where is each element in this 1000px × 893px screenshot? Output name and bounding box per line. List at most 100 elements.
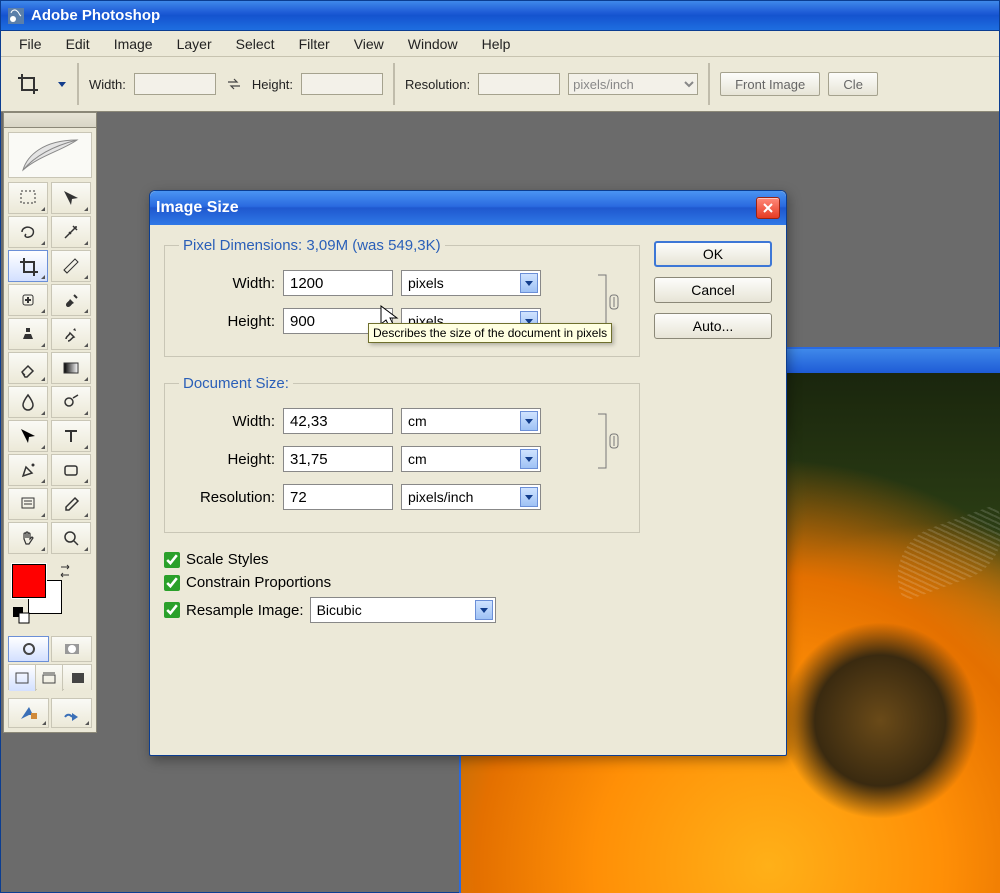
healing-brush-tool[interactable]	[8, 284, 48, 316]
default-colors-icon[interactable]	[10, 604, 32, 626]
menu-file[interactable]: File	[9, 33, 52, 55]
front-image-button[interactable]: Front Image	[720, 72, 820, 96]
marquee-tool[interactable]	[8, 182, 48, 214]
tooltip-text: Describes the size of the document in pi…	[373, 326, 607, 340]
app-titlebar: Adobe Photoshop	[1, 1, 999, 31]
doc-width-label: Width:	[179, 413, 275, 430]
slice-tool[interactable]	[51, 250, 91, 282]
pixel-width-unit-value: pixels	[408, 275, 444, 291]
pixel-dimensions-legend: Pixel Dimensions: 3,09M (was 549,3K)	[179, 237, 445, 254]
pixel-width-label: Width:	[179, 275, 275, 292]
menu-view[interactable]: View	[344, 33, 394, 55]
clone-stamp-tool[interactable]	[8, 318, 48, 350]
edit-in-imageready-icon[interactable]	[8, 698, 49, 728]
doc-width-input[interactable]	[283, 408, 393, 434]
doc-resolution-input[interactable]	[283, 484, 393, 510]
ok-button[interactable]: OK	[654, 241, 772, 267]
dodge-tool[interactable]	[51, 386, 91, 418]
chevron-down-icon	[520, 487, 538, 507]
swap-width-height-icon[interactable]	[224, 73, 244, 95]
jump-to-icon[interactable]	[51, 698, 92, 728]
menu-image[interactable]: Image	[104, 33, 163, 55]
resample-image-checkbox[interactable]	[164, 602, 180, 618]
swap-colors-icon[interactable]	[56, 562, 74, 580]
pen-tool[interactable]	[8, 454, 48, 486]
crop-tool[interactable]	[8, 250, 48, 282]
screen-mode-fullmenu-icon[interactable]	[37, 665, 64, 691]
menu-filter[interactable]: Filter	[289, 33, 340, 55]
eyedropper-tool[interactable]	[51, 488, 91, 520]
eraser-tool[interactable]	[8, 352, 48, 384]
doc-height-unit-select[interactable]: cm	[401, 446, 541, 472]
crop-tool-preset-icon[interactable]	[7, 70, 49, 98]
menu-window[interactable]: Window	[398, 33, 468, 55]
menu-select[interactable]: Select	[226, 33, 285, 55]
resample-image-label: Resample Image:	[186, 602, 304, 619]
lasso-tool[interactable]	[8, 216, 48, 248]
doc-height-label: Height:	[179, 451, 275, 468]
adobe-photoshop-icon	[7, 7, 25, 25]
color-swatches	[8, 560, 92, 630]
zoom-tool[interactable]	[51, 522, 91, 554]
workspace: Image Size Pixel Dimensions: 3,09M (was …	[1, 112, 999, 892]
separator	[77, 63, 79, 105]
tools-palette-body	[3, 128, 97, 733]
clear-button[interactable]: Cle	[828, 72, 878, 96]
pixel-width-input[interactable]	[283, 270, 393, 296]
brush-tool[interactable]	[51, 284, 91, 316]
scale-styles-label: Scale Styles	[186, 551, 269, 568]
options-resolution-input[interactable]	[478, 73, 560, 95]
dialog-titlebar[interactable]: Image Size	[150, 191, 786, 225]
image-size-dialog: Image Size Pixel Dimensions: 3,09M (was …	[149, 190, 787, 756]
chevron-down-icon	[520, 273, 538, 293]
resample-method-select[interactable]: Bicubic	[310, 597, 496, 623]
chevron-down-icon	[520, 449, 538, 469]
pixel-height-label: Height:	[179, 313, 275, 330]
gradient-tool[interactable]	[51, 352, 91, 384]
app-title: Adobe Photoshop	[31, 7, 160, 24]
options-resolution-unit-select[interactable]: pixels/inch	[568, 73, 698, 95]
history-brush-tool[interactable]	[51, 318, 91, 350]
constrain-proportions-checkbox[interactable]	[164, 575, 180, 591]
blur-tool[interactable]	[8, 386, 48, 418]
options-height-label: Height:	[252, 77, 293, 92]
foreground-color-swatch[interactable]	[12, 564, 46, 598]
type-tool[interactable]	[51, 420, 91, 452]
options-resolution-label: Resolution:	[405, 77, 470, 92]
doc-height-input[interactable]	[283, 446, 393, 472]
doc-resolution-unit-select[interactable]: pixels/inch	[401, 484, 541, 510]
chevron-down-icon	[520, 411, 538, 431]
document-size-legend: Document Size:	[179, 375, 293, 392]
notes-tool[interactable]	[8, 488, 48, 520]
options-width-input[interactable]	[134, 73, 216, 95]
custom-shape-tool[interactable]	[51, 454, 91, 486]
separator	[393, 63, 395, 105]
cancel-button[interactable]: Cancel	[654, 277, 772, 303]
menu-layer[interactable]: Layer	[167, 33, 222, 55]
pixel-width-unit-select[interactable]: pixels	[401, 270, 541, 296]
dialog-title: Image Size	[156, 199, 239, 217]
path-select-tool[interactable]	[8, 420, 48, 452]
quickmask-mode-icon[interactable]	[51, 636, 92, 662]
menu-edit[interactable]: Edit	[56, 33, 100, 55]
magic-wand-tool[interactable]	[51, 216, 91, 248]
doc-resolution-label: Resolution:	[179, 489, 275, 506]
standard-mode-icon[interactable]	[8, 636, 49, 662]
constrain-proportions-label: Constrain Proportions	[186, 574, 331, 591]
scale-styles-checkbox[interactable]	[164, 552, 180, 568]
tools-palette	[3, 112, 97, 733]
screen-mode-standard-icon[interactable]	[9, 665, 36, 691]
photoshop-logo-icon	[8, 132, 92, 178]
options-height-input[interactable]	[301, 73, 383, 95]
hand-tool[interactable]	[8, 522, 48, 554]
resample-method-value: Bicubic	[317, 602, 362, 618]
menu-help[interactable]: Help	[472, 33, 521, 55]
dialog-close-button[interactable]	[756, 197, 780, 219]
move-tool[interactable]	[51, 182, 91, 214]
screen-mode-full-icon[interactable]	[64, 665, 91, 691]
auto-button[interactable]: Auto...	[654, 313, 772, 339]
doc-resolution-unit-value: pixels/inch	[408, 489, 473, 505]
doc-width-unit-select[interactable]: cm	[401, 408, 541, 434]
tool-preset-dropdown[interactable]	[57, 73, 67, 95]
tools-palette-grip[interactable]	[3, 112, 97, 128]
